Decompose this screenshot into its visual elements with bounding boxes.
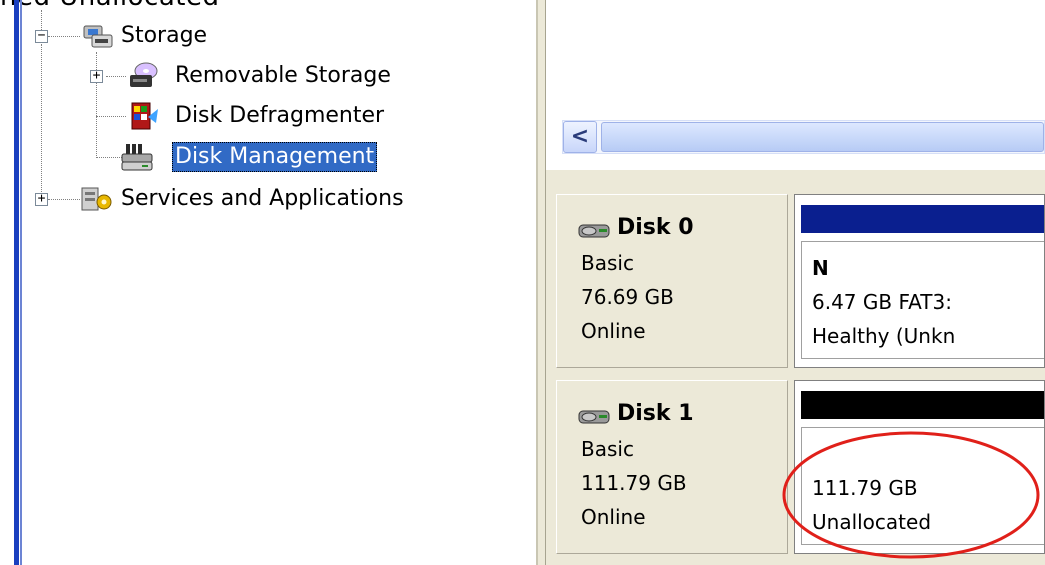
expand-removable-storage-button[interactable]: + bbox=[90, 69, 103, 83]
expand-services-applications-button[interactable]: + bbox=[35, 192, 48, 206]
disk-row-1[interactable]: Disk 1 Basic 111.79 GB Online 111.79 GB … bbox=[556, 380, 1045, 560]
disk-size: 76.69 GB bbox=[581, 285, 674, 309]
disk-list-area: Disk 0 Basic 76.69 GB Online N 6.47 GB F… bbox=[546, 170, 1045, 565]
pane-splitter[interactable] bbox=[536, 0, 546, 565]
tree-item-disk-defragmenter[interactable]: Disk Defragmenter bbox=[172, 101, 387, 131]
console-tree: − Storage + Removable Storage Disk Defra… bbox=[0, 0, 530, 565]
unallocated-size: 111.79 GB bbox=[812, 476, 918, 500]
services-applications-icon bbox=[81, 187, 112, 211]
disk-status: Online bbox=[581, 319, 646, 343]
tree-item-disk-management[interactable]: Disk Management bbox=[172, 142, 378, 172]
removable-storage-icon bbox=[130, 62, 158, 87]
disk-type: Basic bbox=[581, 251, 634, 275]
disk-management-icon bbox=[121, 144, 153, 171]
disk-graphical-view: < Disk 0 Basic 76.69 GB Online N 6.47 GB… bbox=[546, 0, 1045, 565]
tree-item-services-applications[interactable]: Services and Applications bbox=[118, 184, 407, 214]
disk-row-0[interactable]: Disk 0 Basic 76.69 GB Online N 6.47 GB F… bbox=[556, 194, 1045, 374]
tree-item-storage[interactable]: Storage bbox=[118, 21, 210, 51]
partition-health: Healthy (Unkn bbox=[812, 324, 956, 348]
partition-color-bar bbox=[801, 391, 1044, 419]
tree-item-removable-storage[interactable]: Removable Storage bbox=[172, 61, 394, 91]
disk-size: 111.79 GB bbox=[581, 471, 687, 495]
disk-name: Disk 0 bbox=[617, 215, 694, 240]
partition-size-fs: 6.47 GB FAT3: bbox=[812, 290, 952, 314]
partition-details[interactable]: N 6.47 GB FAT3: Healthy (Unkn bbox=[801, 241, 1044, 359]
horizontal-scrollbar[interactable]: < bbox=[562, 120, 1045, 154]
disk-info-panel[interactable]: Disk 0 Basic 76.69 GB Online bbox=[556, 194, 788, 368]
unallocated-space[interactable]: 111.79 GB Unallocated bbox=[801, 427, 1044, 545]
disk-name: Disk 1 bbox=[617, 401, 694, 426]
partition-panel[interactable]: N 6.47 GB FAT3: Healthy (Unkn bbox=[794, 194, 1045, 368]
collapse-storage-button[interactable]: − bbox=[35, 29, 48, 43]
storage-icon bbox=[83, 25, 113, 48]
disk-status: Online bbox=[581, 505, 646, 529]
unallocated-label: Unallocated bbox=[812, 510, 932, 534]
partition-panel[interactable]: 111.79 GB Unallocated bbox=[794, 380, 1045, 554]
disk-info-panel[interactable]: Disk 1 Basic 111.79 GB Online bbox=[556, 380, 788, 554]
scroll-left-arrow-button[interactable]: < bbox=[563, 121, 597, 153]
partition-drive-label: N bbox=[812, 256, 829, 280]
disk-type: Basic bbox=[581, 437, 634, 461]
partition-color-bar bbox=[801, 205, 1044, 233]
scrollbar-thumb[interactable] bbox=[601, 122, 1044, 152]
disk-defragmenter-icon bbox=[131, 102, 158, 130]
